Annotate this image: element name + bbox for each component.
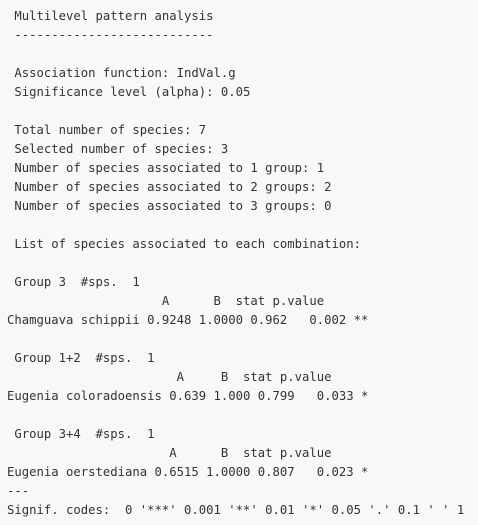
association-function: Association function: IndVal.g (7, 66, 236, 80)
group-3-4-row: Eugenia oerstediana 0.6515 1.0000 0.807 … (7, 465, 369, 479)
group-1-2-row: Eugenia coloradoensis 0.639 1.000 0.799 … (7, 389, 369, 403)
signif-codes: Signif. codes: 0 '***' 0.001 '**' 0.01 '… (7, 503, 465, 517)
combination-list-header: List of species associated to each combi… (7, 237, 362, 251)
title-underline: --------------------------- (7, 28, 214, 42)
species-3-groups: Number of species associated to 3 groups… (7, 199, 332, 213)
species-1-group: Number of species associated to 1 group:… (7, 161, 325, 175)
separator: --- (7, 484, 30, 498)
group-3-4-header: Group 3+4 #sps. 1 (7, 427, 155, 441)
selected-species: Selected number of species: 3 (7, 142, 229, 156)
significance-level: Significance level (alpha): 0.05 (7, 85, 251, 99)
group-3-header: Group 3 #sps. 1 (7, 275, 140, 289)
group-3-columns: A B stat p.value (7, 294, 325, 308)
group-1-2-columns: A B stat p.value (7, 370, 332, 384)
group-3-row: Chamguava schippii 0.9248 1.0000 0.962 0… (7, 313, 369, 327)
species-2-groups: Number of species associated to 2 groups… (7, 180, 332, 194)
total-species: Total number of species: 7 (7, 123, 207, 137)
group-1-2-header: Group 1+2 #sps. 1 (7, 351, 155, 365)
group-3-4-columns: A B stat p.value (7, 446, 332, 460)
analysis-title: Multilevel pattern analysis (7, 9, 214, 23)
console-output: Multilevel pattern analysis ------------… (0, 0, 478, 525)
